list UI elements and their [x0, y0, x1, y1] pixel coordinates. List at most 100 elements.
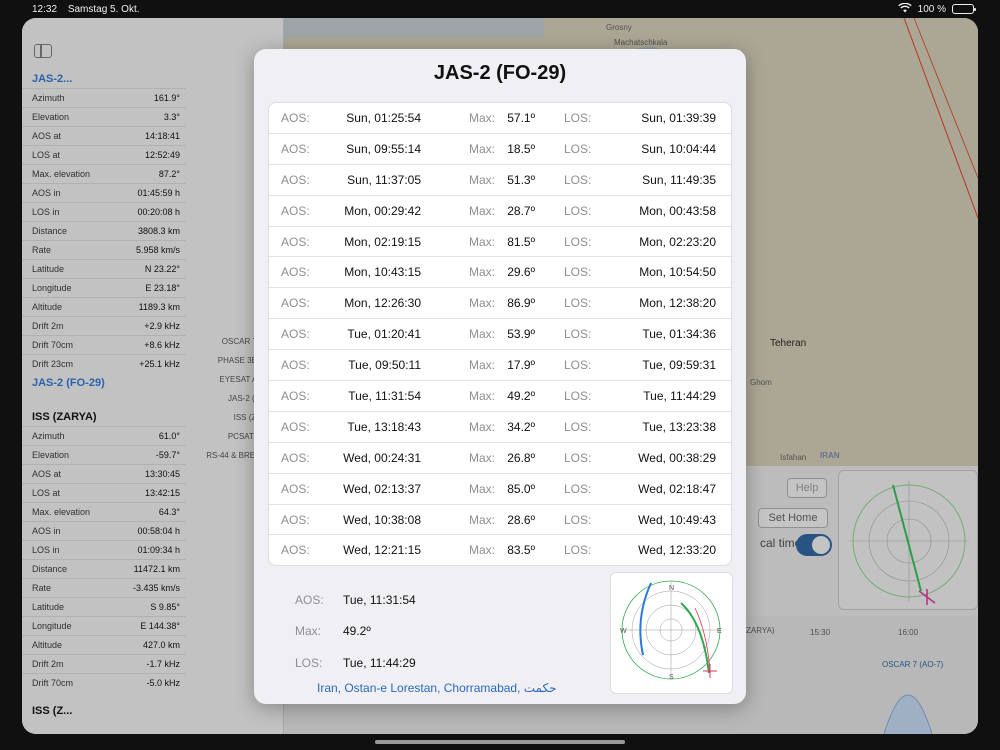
pass-row[interactable]: AOS: Mon, 12:26:30 Max: 86.9º LOS: Mon, 12:38…	[269, 288, 731, 320]
aos-label: AOS:	[281, 358, 310, 373]
pass-row[interactable]: AOS: Sun, 09:55:14 Max: 18.5º LOS: Sun, 10:04…	[269, 134, 731, 165]
pass-row[interactable]: AOS: Mon, 02:19:15 Max: 81.5º LOS: Mon, 02:23…	[269, 227, 731, 258]
pass-row[interactable]: AOS: Tue, 11:31:54 Max: 49.2º LOS: Tue, 11:44…	[269, 381, 731, 412]
aos-label: AOS:	[281, 203, 310, 218]
pass-row[interactable]: AOS: Mon, 10:43:15 Max: 29.6º LOS: Mon, 10:54…	[269, 257, 731, 289]
aos-label: AOS:	[281, 234, 310, 249]
max-value: 81.5º	[507, 234, 535, 249]
pass-table[interactable]: AOS: Sun, 01:25:54 Max: 57.1º LOS: Sun, 01:39…	[268, 102, 732, 566]
los-label: LOS:	[564, 450, 592, 465]
pass-row[interactable]: AOS: Sun, 01:25:54 Max: 57.1º LOS: Sun, 01:39…	[269, 103, 731, 134]
max-value: 51.3º	[507, 172, 535, 187]
los-label: LOS:	[564, 296, 592, 311]
previous-pass-track	[639, 582, 652, 656]
aos-label: AOS:	[281, 419, 310, 434]
pass-row[interactable]: AOS: Mon, 00:29:42 Max: 28.7º LOS: Mon, 00:43…	[269, 196, 731, 227]
max-label: Max:	[469, 296, 496, 311]
max-label: Max:	[469, 512, 496, 527]
pass-row[interactable]: AOS: Wed, 10:38:08 Max: 28.6º LOS: Wed, 10:49…	[269, 505, 731, 536]
aos-label: AOS:	[281, 481, 310, 496]
max-value: 49.2º	[343, 624, 371, 638]
los-value: Wed, 00:38:29	[638, 450, 716, 465]
los-value: Tue, 13:23:38	[642, 419, 716, 434]
aos-label: AOS:	[281, 265, 310, 280]
los-label: LOS:	[564, 234, 592, 249]
pass-row[interactable]: AOS: Tue, 01:20:41 Max: 53.9º LOS: Tue, 01:34…	[269, 319, 731, 351]
los-label: LOS:	[564, 141, 592, 156]
aos-value: Mon, 00:29:42	[344, 203, 421, 218]
los-label: LOS:	[564, 203, 592, 218]
max-value: 53.9º	[507, 327, 535, 342]
aos-label: AOS:	[281, 327, 310, 342]
max-value: 49.2º	[507, 389, 535, 404]
max-label: Max:	[469, 172, 496, 187]
los-value: Mon, 12:38:20	[639, 296, 716, 311]
aos-value: Mon, 10:43:15	[344, 265, 421, 280]
dialog-title: JAS-2 (FO-29)	[433, 62, 567, 84]
aos-value: Tue, 09:50:11	[348, 358, 421, 373]
los-label: LOS:	[564, 358, 592, 373]
aos-label: AOS:	[281, 111, 310, 125]
max-label: Max:	[469, 389, 496, 404]
max-label: Max:	[469, 265, 496, 280]
los-label: LOS:	[564, 172, 592, 187]
los-label: LOS:	[564, 389, 592, 404]
max-label: Max:	[469, 234, 496, 249]
los-label: LOS:	[564, 327, 592, 342]
polar-east-label: E	[717, 628, 722, 635]
max-label: Max:	[469, 481, 496, 496]
los-value: Tue, 01:34:36	[642, 327, 716, 342]
aos-value: Tue, 11:31:54	[348, 389, 421, 404]
aos-value: Wed, 00:24:31	[343, 450, 421, 465]
aos-label: AOS:	[281, 543, 310, 558]
max-label: Max:	[295, 624, 322, 638]
los-value: Tue, 11:44:29	[343, 656, 416, 670]
aos-value: Wed, 12:21:15	[343, 543, 421, 558]
aos-label: AOS:	[281, 141, 310, 156]
max-value: 86.9º	[507, 296, 535, 311]
los-value: Wed, 10:49:43	[638, 512, 716, 527]
aos-value: Wed, 10:38:08	[343, 512, 421, 527]
max-value: 83.5º	[507, 543, 535, 558]
max-value: 29.6º	[507, 265, 535, 280]
aos-label: AOS:	[281, 512, 310, 527]
max-label: Max:	[469, 419, 496, 434]
max-label: Max:	[469, 543, 496, 558]
los-value: Mon, 02:23:20	[639, 234, 716, 249]
pass-polar-plot: N E S W	[610, 572, 733, 694]
los-label: LOS:	[564, 543, 592, 558]
max-label: Max:	[469, 358, 496, 373]
los-label: LOS:	[564, 512, 592, 527]
aos-label: AOS:	[281, 172, 310, 187]
los-label: LOS:	[564, 419, 592, 434]
max-value: 57.1º	[507, 111, 535, 125]
pass-row[interactable]: AOS: Wed, 00:24:31 Max: 26.8º LOS: Wed, 00:38…	[269, 443, 731, 474]
aos-label: AOS:	[281, 450, 310, 465]
aos-value: Mon, 02:19:15	[344, 234, 421, 249]
pass-row[interactable]: AOS: Tue, 09:50:11 Max: 17.9º LOS: Tue, 09:59…	[269, 350, 731, 382]
aos-value: Sun, 11:37:05	[347, 172, 421, 187]
los-value: Tue, 11:44:29	[643, 389, 716, 404]
max-value: 28.7º	[507, 203, 535, 218]
location-link[interactable]: Iran, Ostan-e Lorestan, Chorramabad, حکم…	[317, 681, 557, 695]
pass-row[interactable]: AOS: Sun, 11:37:05 Max: 51.3º LOS: Sun, 11:49…	[269, 165, 731, 196]
polar-west-label: W	[620, 628, 627, 635]
los-value: Wed, 12:33:20	[638, 543, 716, 558]
pass-row[interactable]: AOS: Tue, 13:18:43 Max: 34.2º LOS: Tue, 13:23…	[269, 412, 731, 443]
los-value: Sun, 01:39:39	[641, 111, 716, 125]
pass-row[interactable]: AOS: Wed, 02:13:37 Max: 85.0º LOS: Wed, 02:18…	[269, 474, 731, 505]
los-label: LOS:	[564, 111, 592, 125]
home-indicator[interactable]	[375, 740, 625, 744]
aos-label: AOS:	[281, 389, 310, 404]
max-label: Max:	[469, 141, 496, 156]
pass-row[interactable]: AOS: Wed, 12:21:15 Max: 83.5º LOS: Wed, 12:33…	[269, 535, 731, 565]
max-label: Max:	[469, 450, 496, 465]
los-label: LOS:	[564, 481, 592, 496]
satellite-marker-icon	[703, 664, 717, 678]
max-value: 26.8º	[507, 450, 535, 465]
los-label: LOS:	[564, 265, 592, 280]
aos-value: Sun, 09:55:14	[346, 141, 421, 156]
max-value: 18.5º	[507, 141, 535, 156]
los-value: Sun, 10:04:44	[641, 141, 716, 156]
aos-label: AOS:	[295, 593, 324, 607]
